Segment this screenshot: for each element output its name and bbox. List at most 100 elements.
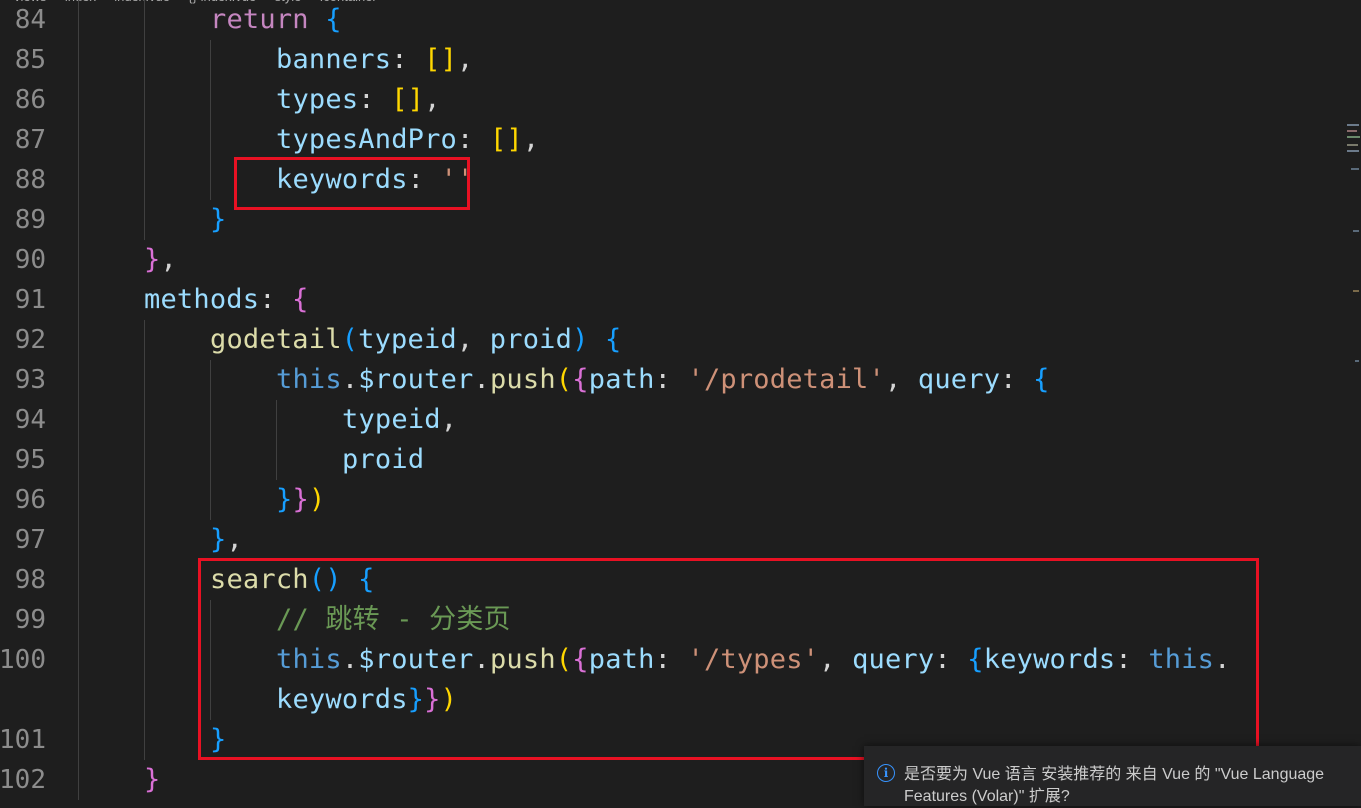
- code-token: }: [210, 204, 227, 235]
- indent-guide: [78, 720, 79, 760]
- code-token: banners: [276, 44, 392, 75]
- indent-guide: [210, 600, 211, 640]
- code-text: this.$router.push({path: '/types', query…: [276, 640, 1231, 680]
- code-token: $router: [358, 644, 474, 675]
- info-icon: i: [877, 764, 895, 782]
- code-token: ): [572, 324, 589, 355]
- code-text: }}): [276, 480, 325, 520]
- code-token: '/types': [687, 644, 820, 675]
- code-token: }: [210, 724, 227, 755]
- indent-guide: [210, 40, 211, 80]
- code-token: proid: [342, 444, 425, 475]
- code-line[interactable]: 88 keywords: '': [0, 160, 1345, 200]
- indent-guide: [78, 200, 79, 240]
- line-number: 101: [0, 725, 46, 755]
- code-line[interactable]: 94 typeid,: [0, 400, 1345, 440]
- indent-guide: [144, 400, 145, 440]
- notification-toast[interactable]: i 是否要为 Vue 语言 安装推荐的 来自 Vue 的 "Vue Langua…: [864, 746, 1361, 806]
- code-text: }: [210, 200, 226, 240]
- code-token: }: [292, 484, 309, 515]
- code-token: ): [308, 484, 326, 515]
- code-token: query: [852, 644, 935, 675]
- code-token: // 跳转 - 分类页: [276, 604, 511, 635]
- code-token: .: [473, 364, 490, 395]
- indent-guide: [144, 120, 145, 160]
- minimap[interactable]: [1345, 0, 1361, 798]
- code-token: ,: [884, 364, 918, 395]
- indent-guide: [144, 640, 145, 680]
- code-token: ,: [522, 124, 540, 155]
- code-token: ,: [440, 404, 458, 435]
- code-line[interactable]: 93 this.$router.push({path: '/prodetail',…: [0, 360, 1345, 400]
- code-token: proid: [489, 324, 573, 355]
- code-token: :: [934, 644, 968, 675]
- indent-guide: [144, 720, 145, 760]
- code-text: return {: [210, 0, 342, 40]
- indent-guide: [144, 600, 145, 640]
- code-token: ,: [456, 324, 490, 355]
- code-line[interactable]: 86 types: [],: [0, 80, 1345, 120]
- line-number: 87: [14, 125, 46, 155]
- code-line[interactable]: 96}}): [0, 480, 1345, 520]
- indent-guide: [144, 0, 145, 40]
- code-token: ,: [457, 44, 474, 75]
- indent-guide: [78, 320, 79, 360]
- indent-guide: [276, 400, 277, 440]
- indent-guide: [210, 480, 211, 520]
- code-token: :: [358, 84, 392, 115]
- code-line[interactable]: 100 this.$router.push({path: '/types', qu…: [0, 640, 1345, 680]
- indent-guide: [78, 760, 79, 800]
- code-token: $router: [358, 364, 474, 395]
- line-number: 88: [14, 165, 46, 195]
- code-editor[interactable]: 84 return {85 banners: [], 86 types: [], 87 ty…: [0, 0, 1345, 800]
- code-token: (: [555, 364, 573, 395]
- indent-guide: [78, 480, 79, 520]
- code-line[interactable]: 92 godetail(typeid, proid) {: [0, 320, 1345, 360]
- indent-guide: [144, 440, 145, 480]
- line-number: 90: [14, 245, 46, 275]
- code-text: },: [144, 240, 177, 280]
- code-token: }: [144, 764, 161, 795]
- notification-message: 是否要为 Vue 语言 安装推荐的 来自 Vue 的 "Vue Language…: [904, 766, 1325, 805]
- code-line[interactable]: 91 methods: {: [0, 280, 1345, 320]
- code-token: ,: [160, 244, 177, 275]
- code-token: {: [605, 324, 622, 355]
- code-token: typeid: [358, 324, 457, 355]
- line-number: 86: [14, 85, 46, 115]
- minimap-line: [1347, 150, 1359, 152]
- code-token: search: [210, 564, 309, 595]
- code-text: methods: {: [144, 280, 309, 320]
- code-line[interactable]: 98 search() {: [0, 560, 1345, 600]
- code-text: }: [144, 760, 160, 800]
- indent-guide: [78, 240, 79, 280]
- indent-guide: [144, 480, 145, 520]
- line-number: 98: [14, 565, 46, 595]
- minimap-line: [1347, 130, 1357, 132]
- code-token: return: [210, 4, 309, 35]
- minimap-line: [1347, 144, 1358, 146]
- indent-guide: [210, 120, 211, 160]
- indent-guide: [144, 160, 145, 200]
- code-line[interactable]: 89}: [0, 200, 1345, 240]
- code-token: this: [276, 644, 342, 675]
- code-token: types: [276, 84, 359, 115]
- indent-guide: [78, 520, 79, 560]
- code-line[interactable]: 85 banners: [],: [0, 40, 1345, 80]
- indent-guide: [78, 360, 79, 400]
- code-line[interactable]: 99 // 跳转 - 分类页: [0, 600, 1345, 640]
- code-line[interactable]: 87 typesAndPro: [],: [0, 120, 1345, 160]
- code-token: {: [572, 644, 589, 675]
- code-line[interactable]: 90},: [0, 240, 1345, 280]
- code-text: proid: [342, 440, 424, 480]
- code-token: :: [391, 44, 425, 75]
- line-number: 102: [0, 765, 46, 795]
- code-token: :: [654, 364, 688, 395]
- minimap-line: [1353, 290, 1359, 292]
- code-line[interactable]: 84 return {: [0, 0, 1345, 40]
- code-line[interactable]: 97},: [0, 520, 1345, 560]
- code-line[interactable]: keywords}}): [0, 680, 1345, 720]
- code-line[interactable]: 95 proid: [0, 440, 1345, 480]
- line-number: 84: [14, 5, 46, 35]
